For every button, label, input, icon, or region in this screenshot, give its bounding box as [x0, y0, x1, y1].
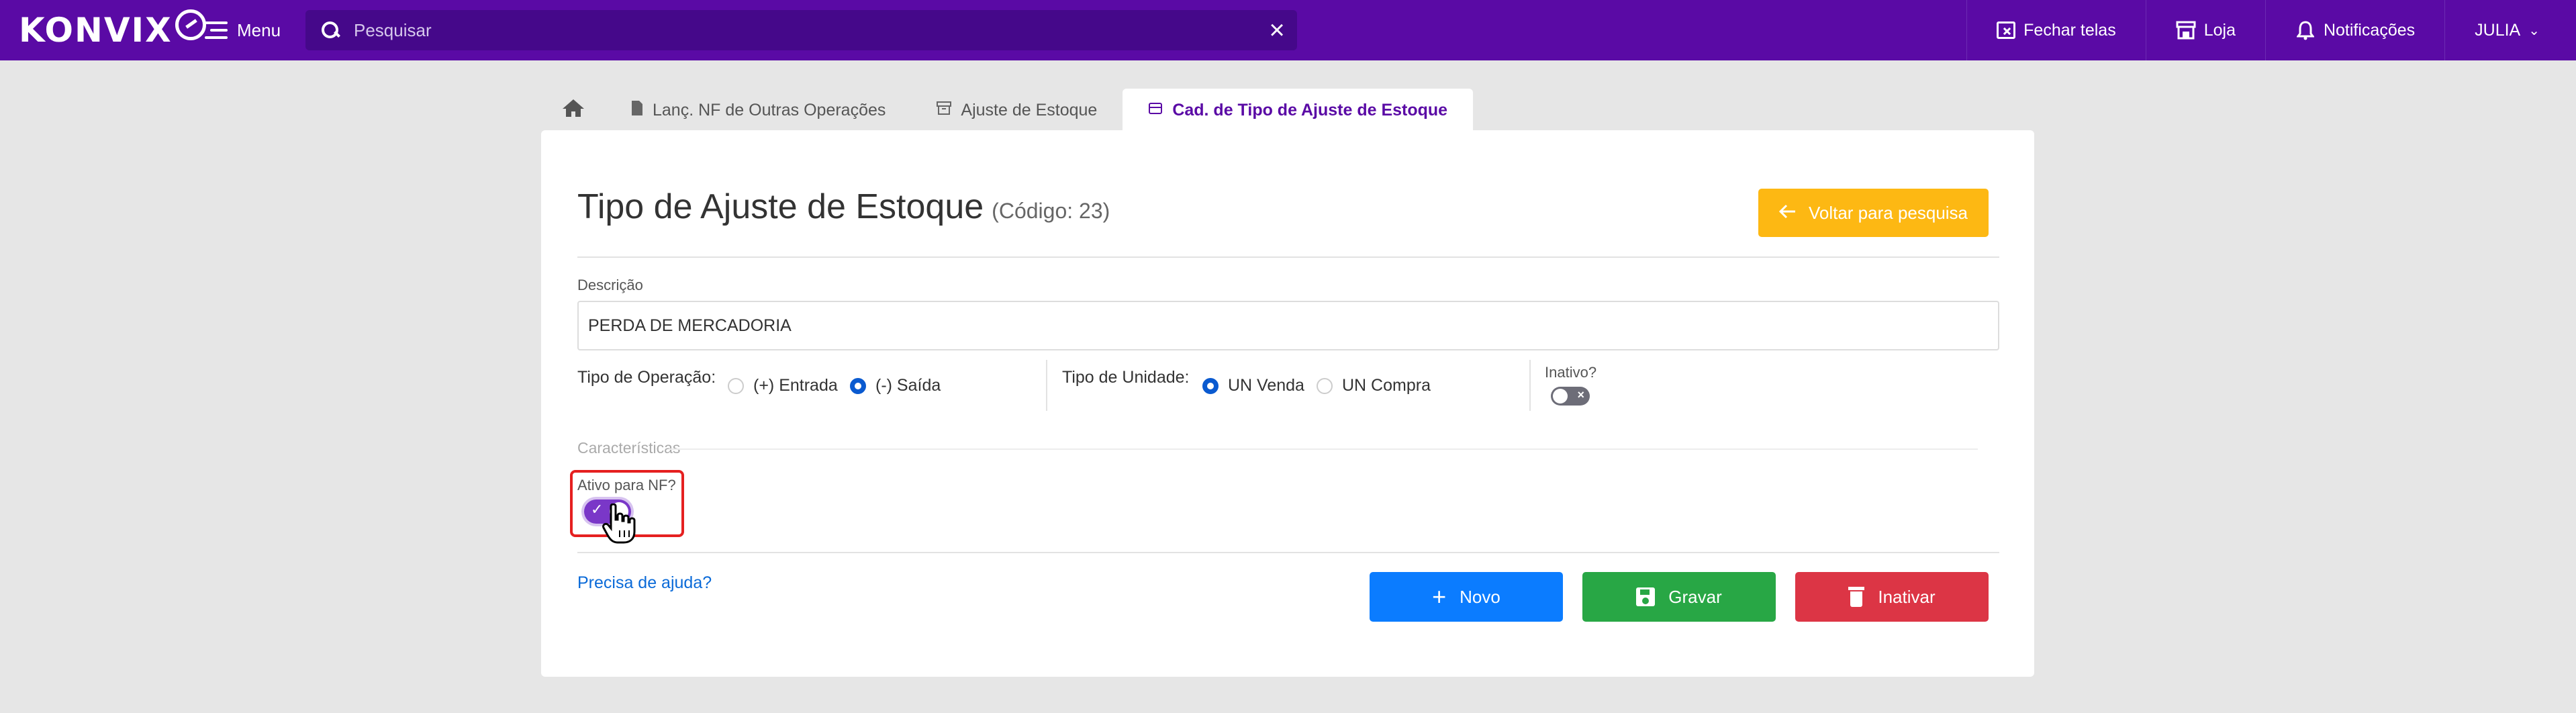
logo-text: KONVIX — [19, 11, 173, 50]
inativo-label: Inativo? — [1545, 364, 1597, 381]
divider — [1529, 360, 1531, 411]
inativar-button[interactable]: Inativar — [1795, 572, 1989, 622]
trash-icon — [1848, 587, 1865, 607]
gravar-button[interactable]: Gravar — [1582, 572, 1776, 622]
divider — [577, 552, 1999, 553]
menu-icon — [205, 21, 228, 39]
user-menu[interactable]: JULIA ⌄ — [2444, 0, 2576, 60]
save-icon — [1636, 587, 1656, 606]
home-icon — [561, 98, 585, 123]
chevron-down-icon: ⌄ — [2528, 23, 2540, 38]
tipo-operacao-label: Tipo de Operação: — [577, 368, 716, 387]
fechar-telas-label: Fechar telas — [2023, 20, 2116, 40]
divider — [577, 256, 1999, 258]
inativar-label: Inativar — [1878, 586, 1936, 607]
fechar-telas-button[interactable]: Fechar telas — [1966, 0, 2146, 60]
descricao-input[interactable] — [577, 301, 1999, 350]
back-to-search-button[interactable]: Voltar para pesquisa — [1758, 189, 1989, 237]
radio-label: (+) Entrada — [753, 376, 838, 395]
divider — [1046, 360, 1047, 411]
tab-cad-tipo-ajuste[interactable]: Cad. de Tipo de Ajuste de Estoque — [1123, 89, 1474, 132]
page-title: Tipo de Ajuste de Estoque (Código: 23) — [577, 187, 1110, 227]
back-button-label: Voltar para pesquisa — [1808, 202, 1968, 223]
caracteristicas-section-title: Características — [577, 439, 681, 457]
box-icon — [1148, 101, 1163, 120]
radio-un-venda[interactable]: UN Venda — [1202, 376, 1304, 395]
form-card: Tipo de Ajuste de Estoque (Código: 23) Vo… — [541, 130, 2034, 677]
novo-button[interactable]: + Novo — [1370, 572, 1563, 622]
arrow-left-icon — [1778, 203, 1797, 224]
hand-cursor-icon — [602, 503, 636, 549]
help-link[interactable]: Precisa de ajuda? — [577, 573, 712, 593]
divider — [669, 448, 1978, 450]
radio-un-compra[interactable]: UN Compra — [1317, 376, 1431, 395]
tab-label: Ajuste de Estoque — [961, 100, 1098, 120]
radio-circle — [1317, 377, 1333, 394]
search-bar: × — [305, 10, 1297, 50]
tab-label: Lanç. NF de Outras Operações — [653, 100, 886, 120]
tipo-unidade-label: Tipo de Unidade: — [1062, 368, 1190, 387]
radio-label: (-) Saída — [875, 376, 941, 395]
clear-search-icon[interactable]: × — [1257, 17, 1297, 44]
plus-icon: + — [1432, 583, 1447, 610]
search-input[interactable] — [354, 19, 1257, 41]
search-icon — [320, 20, 340, 40]
descricao-label: Descrição — [577, 277, 643, 293]
inativo-toggle[interactable]: × — [1551, 387, 1590, 406]
menu-label: Menu — [237, 19, 281, 40]
top-right-actions: Fechar telas Loja Notificações JULIA ⌄ — [1966, 0, 2576, 60]
toggle-knob — [1553, 389, 1568, 403]
close-windows-icon — [1997, 21, 2016, 39]
x-icon: × — [1577, 388, 1584, 401]
tab-bar: Lanç. NF de Outras Operações Ajuste de E… — [541, 86, 1474, 132]
radio-circle — [728, 377, 744, 394]
tab-lanc-nf[interactable]: Lanç. NF de Outras Operações — [606, 89, 911, 132]
ativo-nf-label: Ativo para NF? — [577, 477, 676, 493]
tab-home[interactable] — [541, 89, 606, 132]
radio-label: UN Compra — [1342, 376, 1431, 395]
user-name: JULIA — [2475, 20, 2521, 40]
radio-circle-selected — [850, 377, 866, 394]
logo-mark-icon — [175, 9, 206, 40]
notificacoes-label: Notificações — [2323, 20, 2416, 40]
tab-label: Cad. de Tipo de Ajuste de Estoque — [1172, 100, 1448, 120]
loja-button[interactable]: Loja — [2145, 0, 2265, 60]
novo-label: Novo — [1460, 586, 1500, 607]
bell-icon — [2295, 20, 2316, 40]
record-code: (Código: 23) — [992, 199, 1110, 223]
page-title-text: Tipo de Ajuste de Estoque — [577, 187, 984, 226]
notificacoes-button[interactable]: Notificações — [2264, 0, 2444, 60]
konvix-logo[interactable]: KONVIX — [19, 9, 206, 50]
top-bar: KONVIX Menu × Fechar telas Loja Notif — [0, 0, 2576, 60]
radio-circle-selected — [1202, 377, 1219, 394]
loja-label: Loja — [2203, 20, 2236, 40]
gravar-label: Gravar — [1668, 586, 1722, 607]
store-icon — [2176, 20, 2196, 40]
radio-label: UN Venda — [1228, 376, 1304, 395]
radio-entrada[interactable]: (+) Entrada — [728, 376, 838, 395]
document-icon — [631, 100, 643, 121]
radio-saida[interactable]: (-) Saída — [850, 376, 941, 395]
menu-button[interactable]: Menu — [205, 15, 281, 46]
archive-icon — [937, 101, 952, 120]
tab-ajuste-estoque[interactable]: Ajuste de Estoque — [911, 89, 1123, 132]
